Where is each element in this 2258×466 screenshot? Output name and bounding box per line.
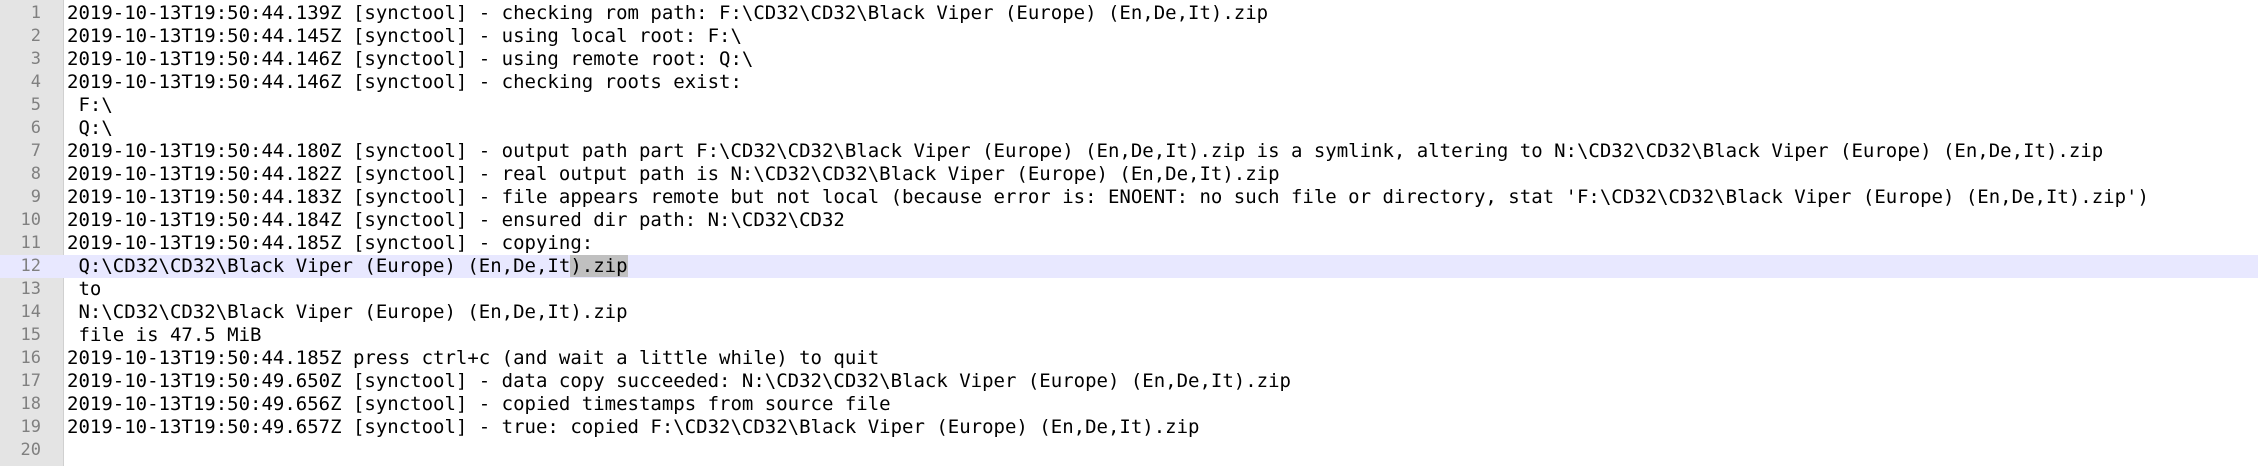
line-text[interactable]: 2019-10-13T19:50:44.184Z [synctool] - en… xyxy=(67,209,845,232)
line-number: 2 xyxy=(30,26,41,46)
line-text[interactable]: Q:\CD32\CD32\Black Viper (Europe) (En,De… xyxy=(67,255,628,278)
editor-line[interactable]: 20 xyxy=(0,439,2258,462)
line-text[interactable]: 2019-10-13T19:50:44.180Z [synctool] - ou… xyxy=(67,140,2103,163)
line-number: 4 xyxy=(30,72,41,92)
line-text[interactable]: 2019-10-13T19:50:44.185Z press ctrl+c (a… xyxy=(67,347,879,370)
editor-line[interactable]: 9 2019-10-13T19:50:44.183Z [synctool] - … xyxy=(0,186,2258,209)
editor-line[interactable]: 2 2019-10-13T19:50:44.145Z [synctool] - … xyxy=(0,25,2258,48)
line-text[interactable]: 2019-10-13T19:50:44.182Z [synctool] - re… xyxy=(67,163,1280,186)
editor-line[interactable]: 13 to xyxy=(0,278,2258,301)
text-selection[interactable]: ).zip xyxy=(570,255,628,277)
line-text[interactable]: 2019-10-13T19:50:44.183Z [synctool] - fi… xyxy=(67,186,2149,209)
line-number: 9 xyxy=(30,187,41,207)
line-text[interactable]: file is 47.5 MiB xyxy=(67,324,261,347)
editor-line[interactable]: 19 2019-10-13T19:50:49.657Z [synctool] -… xyxy=(0,416,2258,439)
line-number: 15 xyxy=(20,325,41,345)
line-text[interactable]: F:\ xyxy=(67,94,112,117)
line-text[interactable]: Q:\ xyxy=(67,117,112,140)
editor-line[interactable]: 11 2019-10-13T19:50:44.185Z [synctool] -… xyxy=(0,232,2258,255)
line-text-before-selection[interactable]: Q:\CD32\CD32\Black Viper (Europe) (En,De… xyxy=(67,255,570,277)
line-text[interactable]: 2019-10-13T19:50:49.650Z [synctool] - da… xyxy=(67,370,1291,393)
line-number: 8 xyxy=(30,164,41,184)
line-number: 7 xyxy=(30,141,41,161)
line-number: 18 xyxy=(20,394,41,414)
editor-line[interactable]: 6 Q:\ xyxy=(0,117,2258,140)
line-number: 5 xyxy=(30,95,41,115)
line-number: 10 xyxy=(20,210,41,230)
editor-line[interactable]: 4 2019-10-13T19:50:44.146Z [synctool] - … xyxy=(0,71,2258,94)
line-text[interactable]: to xyxy=(67,278,101,301)
editor-line[interactable]: 7 2019-10-13T19:50:44.180Z [synctool] - … xyxy=(0,140,2258,163)
line-number: 11 xyxy=(20,233,41,253)
line-text[interactable]: 2019-10-13T19:50:44.146Z [synctool] - ch… xyxy=(67,71,742,94)
line-text[interactable]: 2019-10-13T19:50:49.656Z [synctool] - co… xyxy=(67,393,891,416)
editor-line[interactable]: 18 2019-10-13T19:50:49.656Z [synctool] -… xyxy=(0,393,2258,416)
editor-line[interactable]: 5 F:\ xyxy=(0,94,2258,117)
editor-line[interactable]: 15 file is 47.5 MiB xyxy=(0,324,2258,347)
line-number: 12 xyxy=(20,256,41,276)
line-text[interactable]: N:\CD32\CD32\Black Viper (Europe) (En,De… xyxy=(67,301,627,324)
line-text[interactable]: 2019-10-13T19:50:44.145Z [synctool] - us… xyxy=(67,25,742,48)
editor-line[interactable]: 17 2019-10-13T19:50:49.650Z [synctool] -… xyxy=(0,370,2258,393)
editor-line[interactable]: 8 2019-10-13T19:50:44.182Z [synctool] - … xyxy=(0,163,2258,186)
editor-line[interactable]: 10 2019-10-13T19:50:44.184Z [synctool] -… xyxy=(0,209,2258,232)
editor-line[interactable]: 14 N:\CD32\CD32\Black Viper (Europe) (En… xyxy=(0,301,2258,324)
line-number: 16 xyxy=(20,348,41,368)
line-number: 6 xyxy=(30,118,41,138)
current-line[interactable]: 12 Q:\CD32\CD32\Black Viper (Europe) (En… xyxy=(0,255,2258,278)
text-editor[interactable]: 1 2019-10-13T19:50:44.139Z [synctool] - … xyxy=(0,0,2258,466)
line-text[interactable]: 2019-10-13T19:50:44.185Z [synctool] - co… xyxy=(67,232,593,255)
line-number: 3 xyxy=(30,49,41,69)
line-text[interactable]: 2019-10-13T19:50:49.657Z [synctool] - tr… xyxy=(67,416,1199,439)
editor-line[interactable]: 1 2019-10-13T19:50:44.139Z [synctool] - … xyxy=(0,2,2258,25)
editor-line[interactable]: 3 2019-10-13T19:50:44.146Z [synctool] - … xyxy=(0,48,2258,71)
line-number: 13 xyxy=(20,279,41,299)
line-text[interactable]: 2019-10-13T19:50:44.139Z [synctool] - ch… xyxy=(67,2,1268,25)
editor-line[interactable]: 16 2019-10-13T19:50:44.185Z press ctrl+c… xyxy=(0,347,2258,370)
line-number: 1 xyxy=(30,3,41,23)
line-number: 19 xyxy=(20,417,41,437)
line-number: 17 xyxy=(20,371,41,391)
line-number: 20 xyxy=(20,440,41,460)
line-text[interactable]: 2019-10-13T19:50:44.146Z [synctool] - us… xyxy=(67,48,753,71)
editor-lines[interactable]: 1 2019-10-13T19:50:44.139Z [synctool] - … xyxy=(0,2,2258,462)
line-number: 14 xyxy=(20,302,41,322)
